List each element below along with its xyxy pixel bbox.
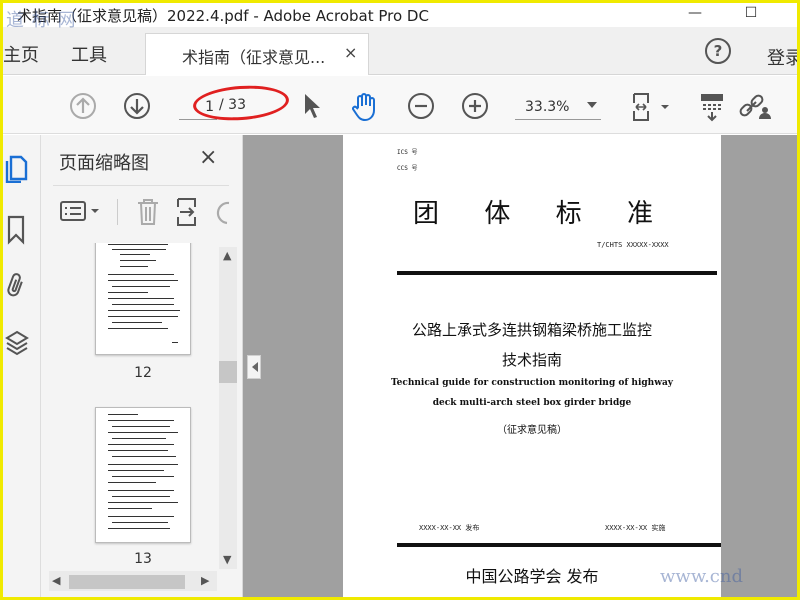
divider [53,185,229,186]
publish-date: XXXX-XX-XX 发布 [419,524,480,532]
horizontal-scroll-thumb[interactable] [69,575,185,589]
thumbnail-page[interactable] [95,407,191,543]
page-thumbnails-panel: 页面缩略图 × 12 13 ▲ ▼ ◀ ▶ [41,135,243,597]
bookmark-icon[interactable] [5,215,27,245]
scrolling-mode-icon[interactable] [699,92,727,122]
horizontal-scrollbar[interactable]: ◀ ▶ [49,571,217,591]
help-icon[interactable]: ? [705,38,731,64]
scroll-left-icon[interactable]: ◀ [52,574,60,587]
zoom-out-icon[interactable] [407,92,435,120]
heading-char: 团 [413,199,440,229]
delete-page-icon[interactable] [135,197,161,227]
page-thumbnails-icon[interactable] [5,153,29,183]
next-page-icon[interactable] [123,92,151,120]
document-viewer[interactable]: ICS 号 CCS 号 团 体 标 准 T/CHTS XXXXX-XXXX 公路… [243,135,797,597]
tab-tools[interactable]: 工具 [71,41,107,67]
collapse-panel-button[interactable] [247,355,261,379]
toolbar: 1 / 33 33.3% [3,76,797,134]
vertical-scrollbar[interactable]: ▲ ▼ [219,247,237,569]
heading-char: 准 [626,199,653,229]
ics-label: ICS 号 [397,149,418,156]
previous-page-icon[interactable] [69,92,97,120]
layers-icon[interactable] [5,329,29,357]
title-bar: 术指南（征求意见稿）2022.4.pdf - Adobe Acrobat Pro… [3,3,797,27]
thumbnail-options-icon[interactable] [59,199,105,225]
document-tab-label: 术指南（征求意见... [182,48,326,67]
scroll-down-icon[interactable]: ▼ [223,553,231,566]
implement-date: XXXX-XX-XX 实施 [605,524,666,532]
share-link-icon[interactable] [737,92,771,122]
insert-page-icon[interactable] [175,197,203,227]
hand-tool-icon[interactable] [349,92,379,122]
acrobat-window: 术指南（征求意见稿）2022.4.pdf - Adobe Acrobat Pro… [3,3,797,597]
close-tab-icon[interactable]: × [344,43,357,62]
document-heading: 团 体 标 准 [413,193,653,230]
watermark-logo: 道 标 网 [6,10,77,31]
zoom-in-icon[interactable] [461,92,489,120]
maximize-button[interactable]: ☐ [731,3,771,25]
scroll-right-icon[interactable]: ▶ [201,574,209,587]
select-cursor-icon[interactable] [301,92,323,120]
window-title: 术指南（征求意见稿）2022.4.pdf - Adobe Acrobat Pro… [17,7,429,25]
heading-char: 体 [484,199,511,229]
minimize-button[interactable]: — [675,3,715,25]
heading-char: 标 [555,199,582,229]
red-annotation-circle [191,82,291,124]
ccs-label: CCS 号 [397,165,418,172]
toolbar-separator [117,199,118,225]
thumbnail-page[interactable] [95,243,191,355]
pdf-page: ICS 号 CCS 号 团 体 标 准 T/CHTS XXXXX-XXXX 公路… [343,135,721,597]
panel-title: 页面缩略图 [59,153,149,174]
title-cn-line1: 公路上承式多连拱钢箱梁桥施工监控 [411,321,652,339]
thumbnail-page-label: 13 [134,551,152,563]
tab-document[interactable]: 术指南（征求意见... × [145,33,369,75]
attachment-icon[interactable] [5,271,27,301]
tab-home[interactable]: 主页 [3,41,39,67]
title-en-line2: deck multi-arch steel box girder bridge [432,398,632,408]
scroll-up-icon[interactable]: ▲ [223,249,231,262]
top-rule [397,271,717,275]
navigation-rail [3,135,41,597]
standard-number: T/CHTS XXXXX-XXXX [597,241,669,249]
close-icon[interactable]: × [199,145,217,170]
rotate-page-icon[interactable] [215,199,235,227]
vertical-scroll-thumb[interactable] [219,361,237,383]
bottom-rule [397,543,721,547]
thumbnail-list: 12 13 [47,243,217,563]
zoom-level-select[interactable]: 33.3% [515,96,601,120]
login-button[interactable]: 登录 [767,44,797,70]
tab-bar: 主页 工具 术指南（征求意见... × ? 登录 [3,27,797,75]
watermark-url: www.cnd [660,566,744,587]
page-display-icon[interactable] [631,92,671,122]
title-cn-line2: 技术指南 [501,351,562,369]
draft-label: （征求意见稿） [497,425,567,436]
thumbnail-page-label: 12 [134,365,152,381]
title-en-line1: Technical guide for construction monitor… [390,378,674,388]
chevron-down-icon[interactable] [587,102,597,108]
